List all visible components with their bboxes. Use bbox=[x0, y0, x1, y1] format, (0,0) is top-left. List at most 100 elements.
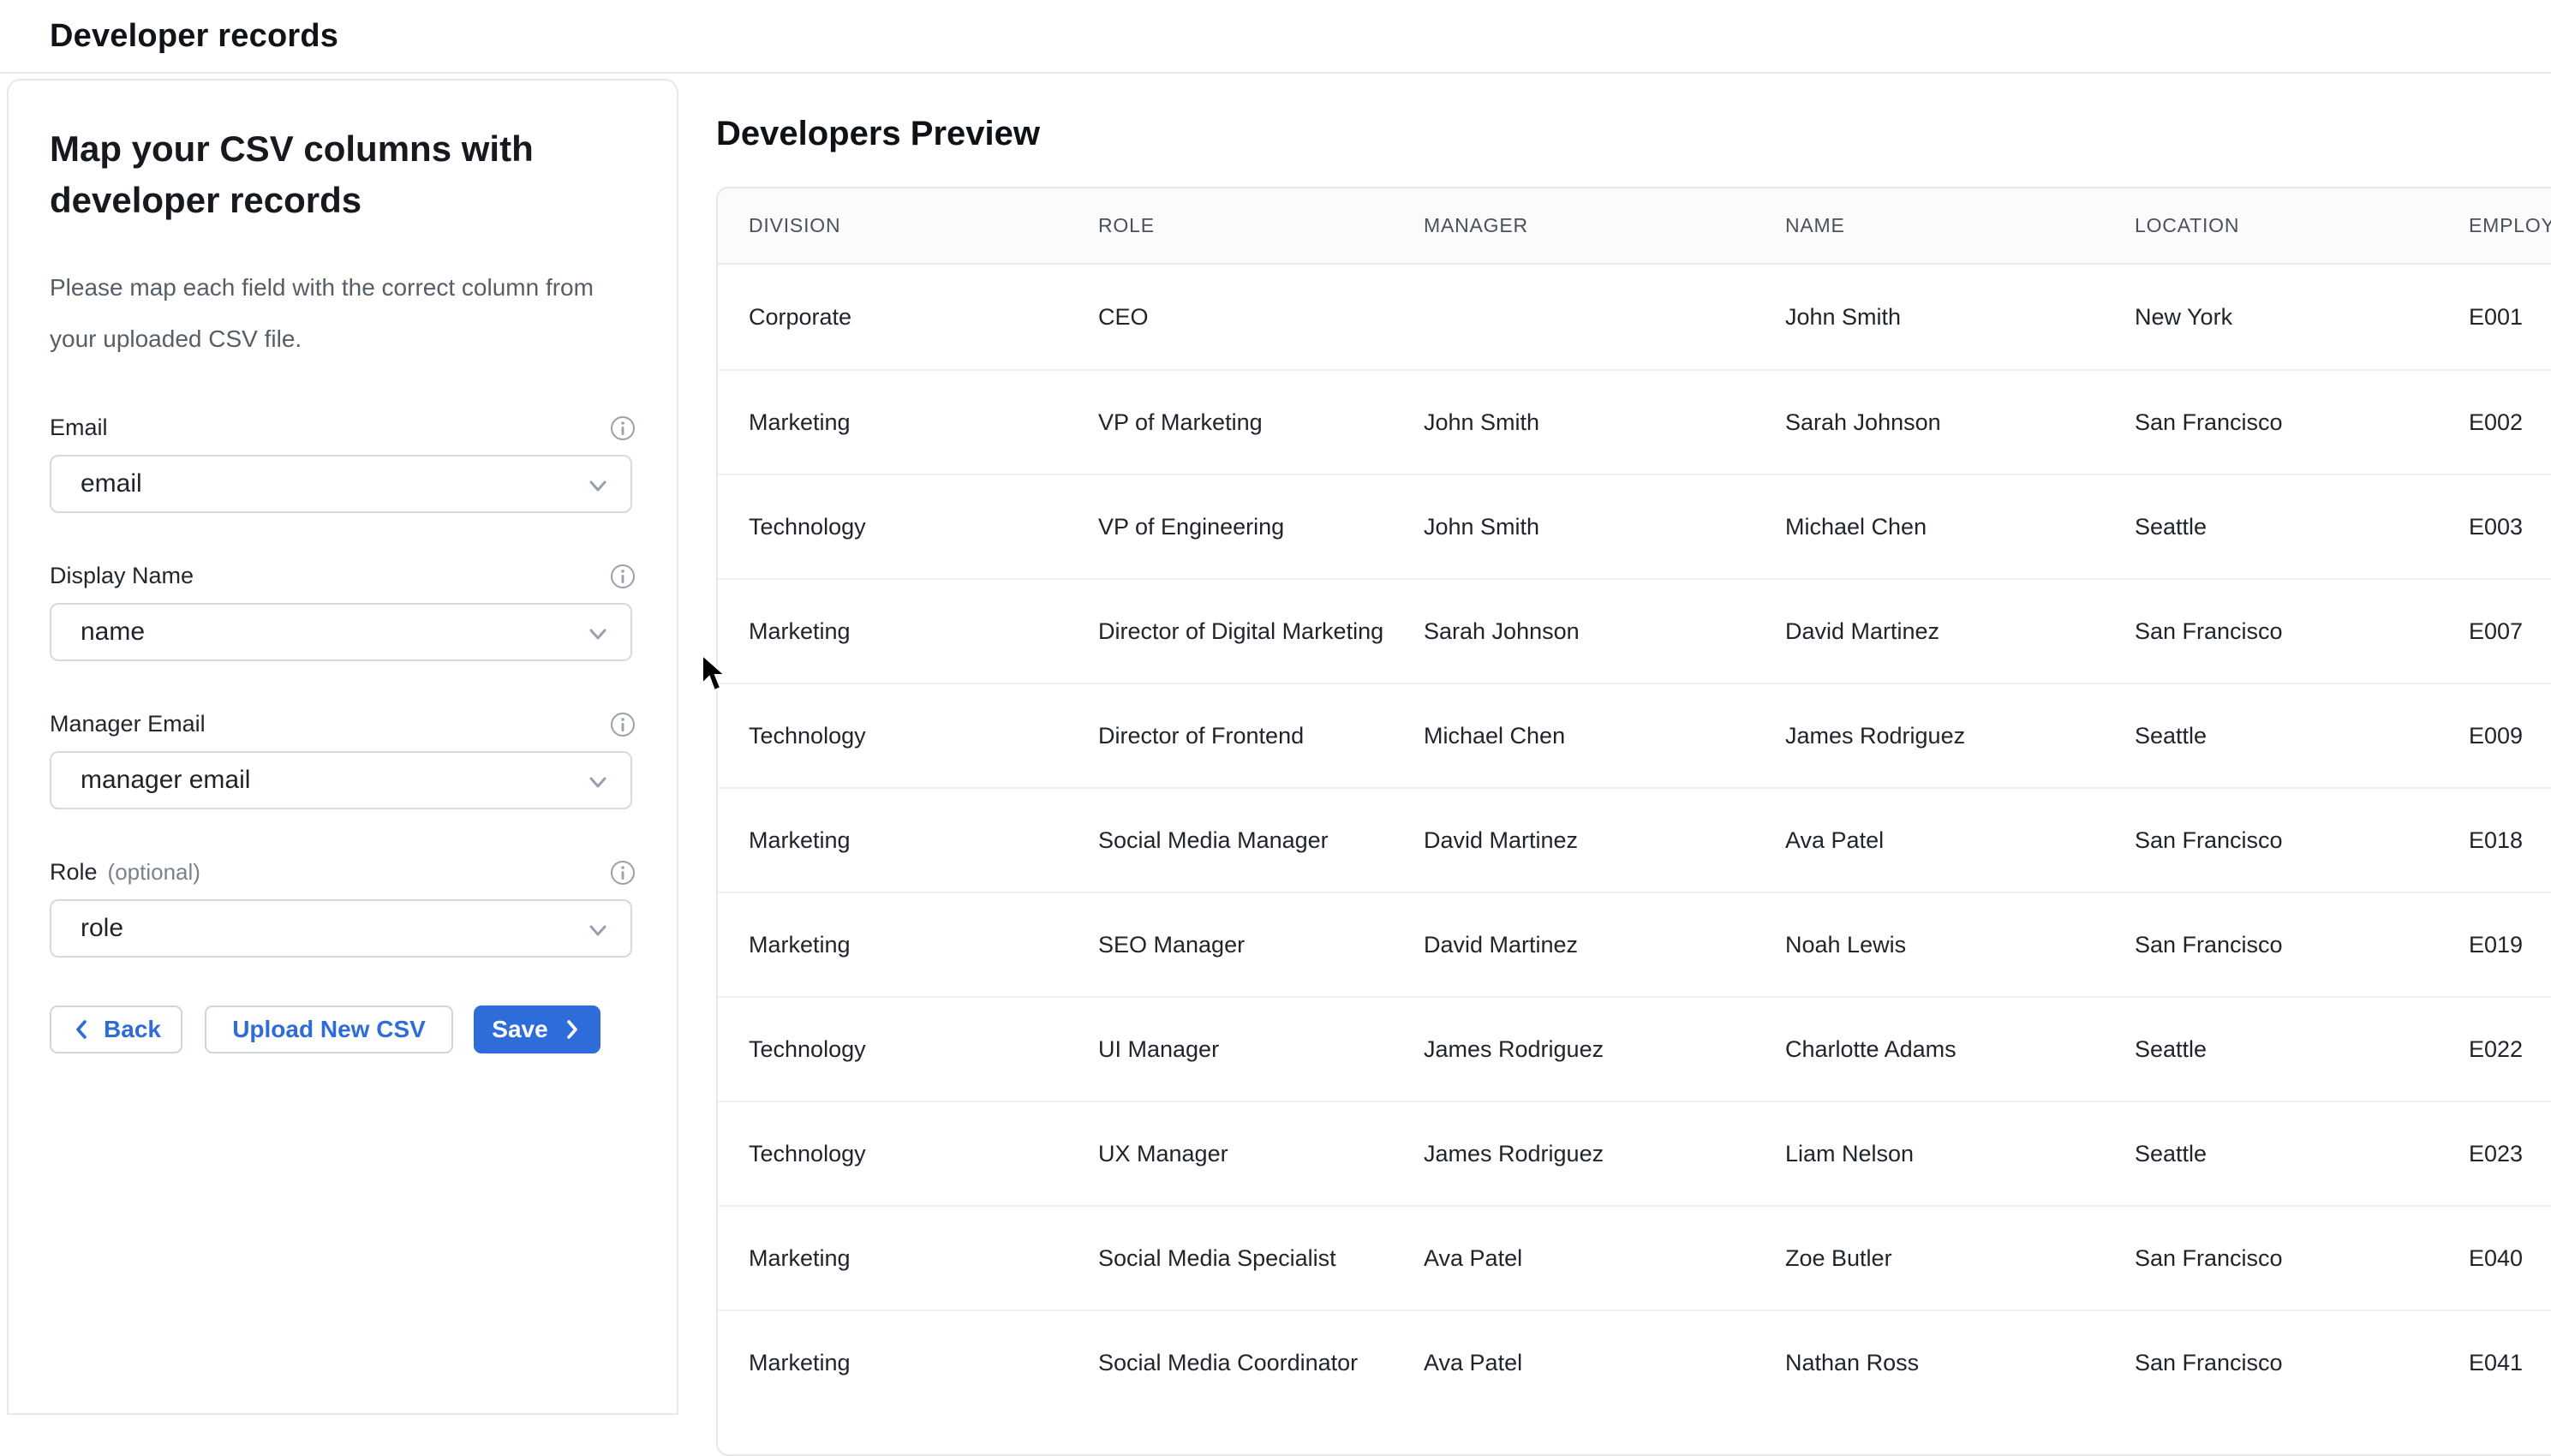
cell-role: Director of Digital Marketing bbox=[1067, 580, 1393, 683]
back-button-label: Back bbox=[104, 1016, 161, 1043]
info-icon[interactable] bbox=[610, 564, 636, 589]
table-row: CorporateCEOJohn SmithNew YorkE001 bbox=[718, 265, 2551, 369]
cell-division: Technology bbox=[718, 475, 1067, 578]
column-header-location: LOCATION bbox=[2104, 188, 2438, 263]
save-button[interactable]: Save bbox=[474, 1005, 600, 1053]
table-row: MarketingVP of MarketingJohn SmithSarah … bbox=[718, 369, 2551, 474]
cell-manager: James Rodriguez bbox=[1393, 998, 1754, 1101]
email-column-select[interactable]: email bbox=[50, 455, 632, 513]
cell-manager: Sarah Johnson bbox=[1393, 580, 1754, 683]
cell-employee_id: E009 bbox=[2438, 684, 2551, 787]
cell-manager: John Smith bbox=[1393, 475, 1754, 578]
display-name-column-select[interactable]: name bbox=[50, 603, 632, 661]
table-row: MarketingSEO ManagerDavid MartinezNoah L… bbox=[718, 892, 2551, 996]
cell-division: Marketing bbox=[718, 1207, 1067, 1310]
column-header-name: NAME bbox=[1754, 188, 2104, 263]
table-body: CorporateCEOJohn SmithNew YorkE001Market… bbox=[718, 265, 2551, 1414]
table-row: TechnologyUI ManagerJames RodriguezCharl… bbox=[718, 996, 2551, 1101]
cell-division: Marketing bbox=[718, 789, 1067, 892]
cell-employee_id: E018 bbox=[2438, 789, 2551, 892]
table-row: TechnologyDirector of FrontendMichael Ch… bbox=[718, 683, 2551, 787]
upload-button-label: Upload New CSV bbox=[232, 1016, 426, 1043]
cell-employee_id: E002 bbox=[2438, 371, 2551, 474]
cell-employee_id: E019 bbox=[2438, 893, 2551, 996]
info-icon[interactable] bbox=[610, 712, 636, 737]
cell-employee_id: E003 bbox=[2438, 475, 2551, 578]
chevron-down-icon bbox=[586, 622, 610, 646]
field-display-name: Display Name name bbox=[50, 563, 636, 661]
manager-email-column-value: manager email bbox=[81, 766, 250, 795]
cell-location: Seattle bbox=[2104, 998, 2438, 1101]
cell-employee_id: E007 bbox=[2438, 580, 2551, 683]
cell-name: Nathan Ross bbox=[1754, 1311, 2104, 1414]
upload-new-csv-button[interactable]: Upload New CSV bbox=[205, 1005, 453, 1053]
display-name-label: Display Name bbox=[50, 563, 194, 589]
field-role: Role(optional) role bbox=[50, 859, 636, 958]
cell-manager: Michael Chen bbox=[1393, 684, 1754, 787]
manager-email-label: Manager Email bbox=[50, 711, 206, 737]
cell-manager: David Martinez bbox=[1393, 893, 1754, 996]
cell-role: SEO Manager bbox=[1067, 893, 1393, 996]
page-title: Developer records bbox=[50, 18, 338, 55]
save-button-label: Save bbox=[492, 1016, 547, 1043]
cell-division: Marketing bbox=[718, 1311, 1067, 1414]
cell-role: Social Media Specialist bbox=[1067, 1207, 1393, 1310]
table-row: MarketingSocial Media SpecialistAva Pate… bbox=[718, 1205, 2551, 1310]
cell-role: Social Media Coordinator bbox=[1067, 1311, 1393, 1414]
role-column-select[interactable]: role bbox=[50, 899, 632, 958]
panel-actions: Back Upload New CSV Save bbox=[50, 1005, 636, 1053]
cell-role: UX Manager bbox=[1067, 1102, 1393, 1205]
table-row: TechnologyUX ManagerJames RodriguezLiam … bbox=[718, 1101, 2551, 1205]
cell-manager: John Smith bbox=[1393, 371, 1754, 474]
display-name-column-value: name bbox=[81, 618, 145, 647]
cell-role: UI Manager bbox=[1067, 998, 1393, 1101]
cell-role: VP of Engineering bbox=[1067, 475, 1393, 578]
cell-name: John Smith bbox=[1754, 265, 2104, 369]
cell-division: Marketing bbox=[718, 580, 1067, 683]
cell-employee_id: E022 bbox=[2438, 998, 2551, 1101]
chevron-right-icon bbox=[560, 1018, 582, 1041]
cell-location: San Francisco bbox=[2104, 580, 2438, 683]
cell-location: San Francisco bbox=[2104, 893, 2438, 996]
cell-name: Noah Lewis bbox=[1754, 893, 2104, 996]
cell-name: Zoe Butler bbox=[1754, 1207, 2104, 1310]
column-header-manager: MANAGER bbox=[1393, 188, 1754, 263]
cell-location: Seattle bbox=[2104, 684, 2438, 787]
table-header-row: DIVISION ROLE MANAGER NAME LOCATION EMPL… bbox=[718, 188, 2551, 265]
cell-employee_id: E041 bbox=[2438, 1311, 2551, 1414]
column-header-role: ROLE bbox=[1067, 188, 1393, 263]
chevron-down-icon bbox=[586, 918, 610, 942]
preview-title: Developers Preview bbox=[716, 115, 1040, 153]
cell-division: Marketing bbox=[718, 371, 1067, 474]
info-icon[interactable] bbox=[610, 415, 636, 441]
cell-location: Seattle bbox=[2104, 475, 2438, 578]
cell-role: Director of Frontend bbox=[1067, 684, 1393, 787]
cell-name: Sarah Johnson bbox=[1754, 371, 2104, 474]
cell-division: Technology bbox=[718, 684, 1067, 787]
cell-manager: Ava Patel bbox=[1393, 1207, 1754, 1310]
cell-employee_id: E023 bbox=[2438, 1102, 2551, 1205]
email-label: Email bbox=[50, 415, 108, 441]
chevron-left-icon bbox=[71, 1018, 93, 1041]
table-row: MarketingDirector of Digital MarketingSa… bbox=[718, 578, 2551, 683]
info-icon[interactable] bbox=[610, 860, 636, 886]
cell-role: CEO bbox=[1067, 265, 1393, 369]
developers-preview-table: DIVISION ROLE MANAGER NAME LOCATION EMPL… bbox=[716, 187, 2551, 1456]
csv-mapping-panel: Map your CSV columns with developer reco… bbox=[7, 79, 678, 1415]
cell-location: San Francisco bbox=[2104, 1311, 2438, 1414]
cell-manager: David Martinez bbox=[1393, 789, 1754, 892]
cell-name: James Rodriguez bbox=[1754, 684, 2104, 787]
cell-division: Technology bbox=[718, 998, 1067, 1101]
panel-title: Map your CSV columns with developer reco… bbox=[50, 123, 636, 226]
cell-name: Liam Nelson bbox=[1754, 1102, 2104, 1205]
cell-employee_id: E040 bbox=[2438, 1207, 2551, 1310]
role-label: Role(optional) bbox=[50, 859, 200, 886]
cell-location: New York bbox=[2104, 265, 2438, 369]
cell-employee_id: E001 bbox=[2438, 265, 2551, 369]
back-button[interactable]: Back bbox=[50, 1005, 182, 1053]
field-email: Email email bbox=[50, 415, 636, 513]
chevron-down-icon bbox=[586, 770, 610, 794]
table-row: MarketingSocial Media CoordinatorAva Pat… bbox=[718, 1310, 2551, 1414]
manager-email-column-select[interactable]: manager email bbox=[50, 751, 632, 809]
role-column-value: role bbox=[81, 914, 123, 943]
